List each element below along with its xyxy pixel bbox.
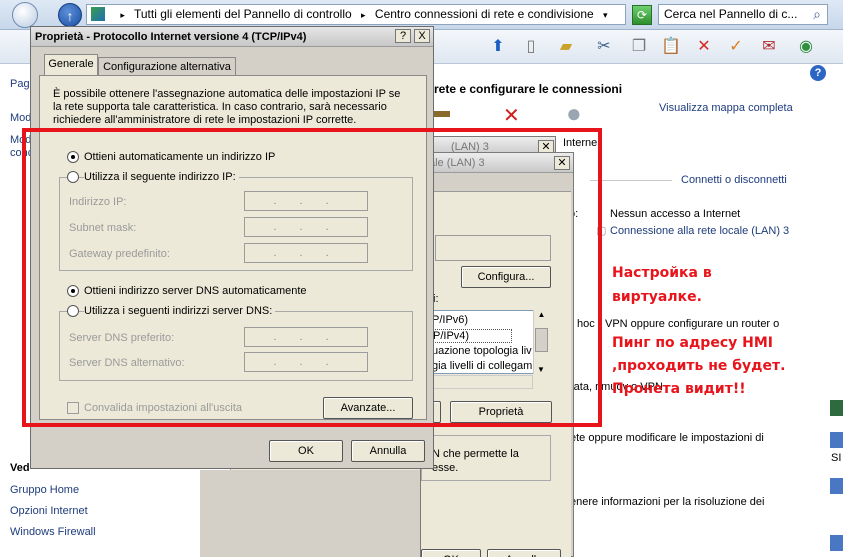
tab-general[interactable]: Generale: [44, 54, 98, 76]
annotation-line: виртуалке.: [612, 289, 702, 305]
dropdown-icon[interactable]: ▾: [603, 10, 608, 20]
control-panel-icon: [91, 7, 105, 21]
lan-connection-link[interactable]: Connessione alla rete locale (LAN) 3: [610, 225, 789, 237]
up-icon[interactable]: ↑: [58, 3, 82, 27]
see-also-internet-options[interactable]: Opzioni Internet: [10, 505, 88, 517]
address-field[interactable]: ▸ Tutti gli elementi del Pannello di con…: [86, 4, 626, 25]
left-link-home[interactable]: Pagi: [10, 78, 32, 90]
annotation-red-box: [22, 128, 602, 427]
internet-globe-icon: ●: [566, 98, 582, 128]
disconnected-x-icon: ✕: [503, 105, 520, 127]
see-also-homegroup[interactable]: Gruppo Home: [10, 484, 79, 496]
description-line: N che permette la: [432, 448, 519, 460]
copy-icon[interactable]: ❐: [628, 36, 650, 58]
network-globe-icon[interactable]: ◉: [795, 36, 817, 58]
search-input[interactable]: Cerca nel Pannello di c...: [658, 4, 828, 25]
search-icon[interactable]: ⌕: [808, 5, 826, 23]
annotation-line: Пронета видит!!: [612, 381, 746, 397]
lan-cancel-button[interactable]: Annulla: [487, 549, 561, 557]
divider: [590, 180, 672, 181]
close-button[interactable]: X: [414, 29, 430, 43]
main-heading: rete e configurare le connessioni: [434, 82, 623, 96]
desktop-icon[interactable]: [830, 400, 843, 416]
description-line: esse.: [432, 462, 459, 474]
check-icon[interactable]: ✓: [725, 36, 747, 58]
delete-icon[interactable]: ✕: [693, 36, 715, 58]
dialog-title: Proprietà - Protocollo Internet versione…: [31, 27, 433, 47]
desktop-label: SI: [831, 452, 842, 464]
access-type-value: Nessun accesso a Internet: [610, 208, 741, 220]
forward-button[interactable]: [12, 2, 38, 28]
breadcrumb-chevron-icon: ▸: [120, 10, 125, 20]
refresh-icon[interactable]: ⟳: [632, 5, 652, 25]
left-link-modify-1[interactable]: Mod: [10, 112, 31, 124]
cancel-button[interactable]: Annulla: [351, 440, 425, 462]
annotation-line: Пинг по адресу HMI: [612, 335, 773, 351]
vpn-text: VPN oppure configurare un router o: [605, 318, 780, 330]
up-folder-icon[interactable]: ⬆: [487, 36, 509, 58]
modify-settings-text: ete oppure modificare le impostazioni di: [570, 432, 764, 444]
help-button[interactable]: ?: [395, 29, 411, 43]
desktop-icon[interactable]: [830, 432, 843, 448]
lan-dialog-bottom: [200, 470, 420, 557]
mail-icon[interactable]: ✉: [758, 36, 780, 58]
desktop-icon[interactable]: [830, 535, 843, 551]
see-also-title: Ved: [10, 462, 30, 474]
annotation-line: Настройка в: [612, 265, 712, 281]
breadcrumb-network-center[interactable]: Centro connessioni di rete e condivision…: [375, 7, 594, 21]
ok-button[interactable]: OK: [269, 440, 343, 462]
lan-ok-button[interactable]: OK: [421, 549, 481, 557]
tab-alternate-config[interactable]: Configurazione alternativa: [98, 57, 236, 77]
desktop-icon[interactable]: [830, 478, 843, 494]
view-full-map-link[interactable]: Visualizza mappa completa: [659, 102, 793, 114]
folder-icon[interactable]: ▰: [555, 36, 577, 58]
breadcrumb-chevron-icon: ▸: [361, 10, 366, 20]
connect-disconnect-link[interactable]: Connetti o disconnetti: [681, 174, 787, 186]
intro-text: È possibile ottenere l'assegnazione auto…: [53, 88, 401, 126]
paste-icon[interactable]: 📋: [660, 36, 682, 58]
see-also-firewall[interactable]: Windows Firewall: [10, 526, 96, 538]
breadcrumb-all-items[interactable]: Tutti gli elementi del Pannello di contr…: [134, 7, 352, 21]
help-icon[interactable]: ?: [810, 65, 826, 81]
troubleshoot-text: enere informazioni per la risoluzione de…: [570, 496, 765, 508]
annotation-line: ,проходить не будет.: [612, 358, 786, 374]
description-group: N che permette la esse.: [421, 435, 551, 481]
cut-icon[interactable]: ✂: [593, 36, 615, 58]
page-icon[interactable]: ▯: [520, 36, 542, 58]
